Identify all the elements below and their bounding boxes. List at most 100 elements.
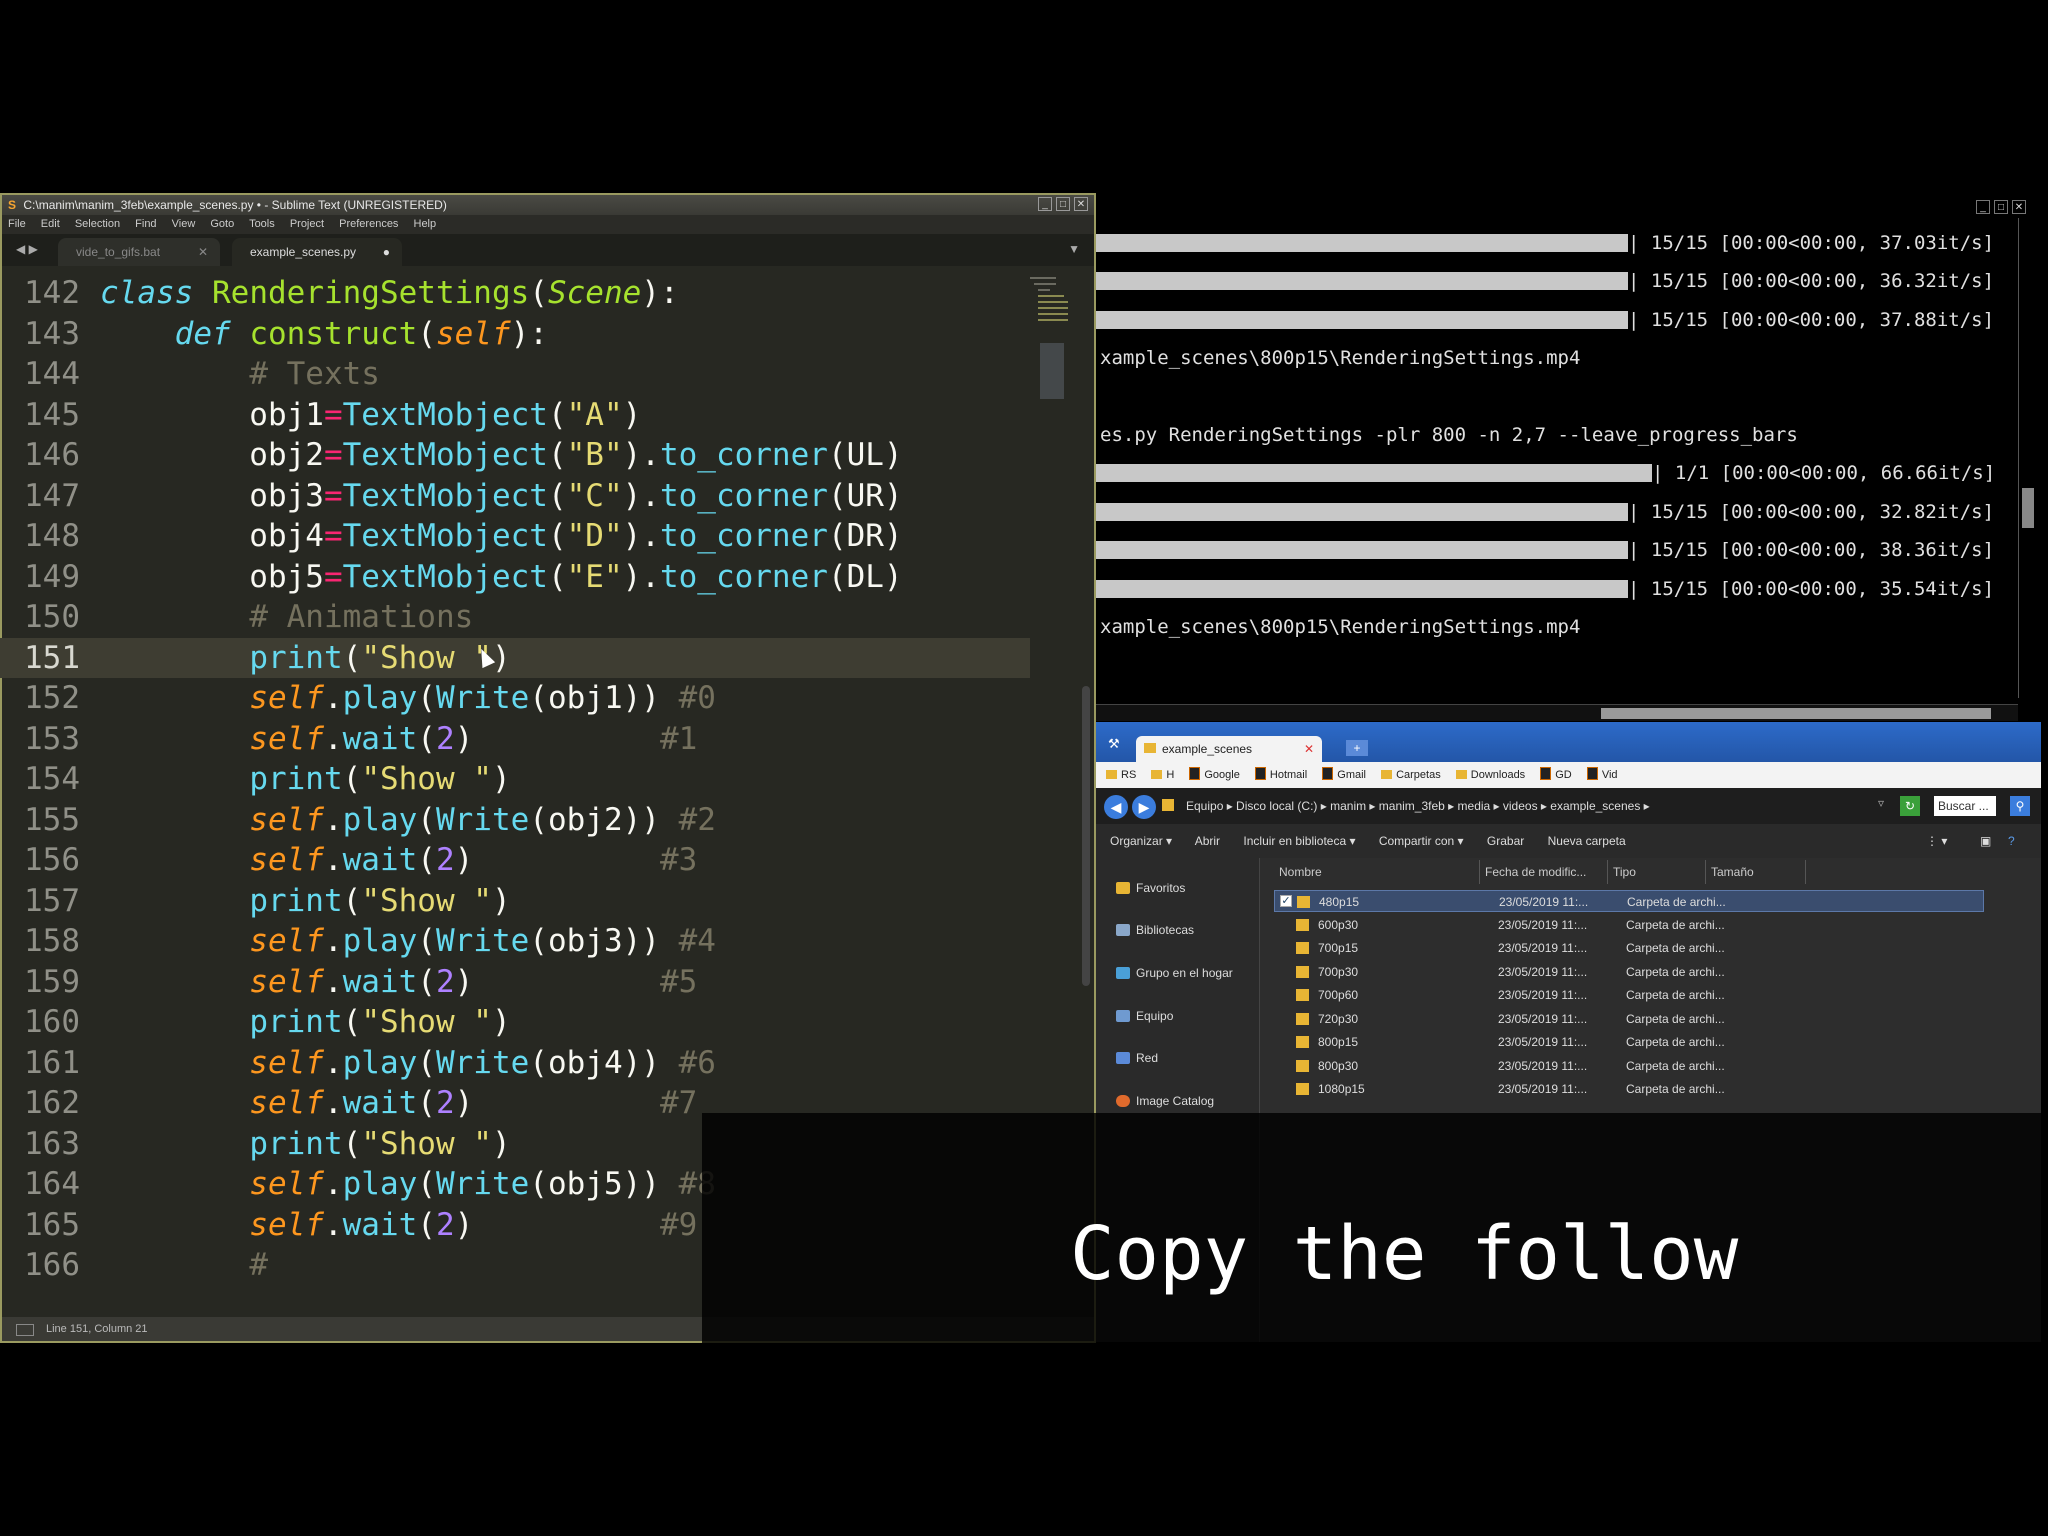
tab-close-icon[interactable]: ✕ <box>1304 736 1314 762</box>
bookmark-google[interactable]: Google <box>1189 767 1240 781</box>
share-button[interactable]: Compartir con ▾ <box>1379 834 1464 848</box>
file-row[interactable]: 720p30 23/05/2019 11:... Carpeta de archi.… <box>1274 1008 1984 1030</box>
code-line[interactable]: 142 class RenderingSettings(Scene): <box>0 273 1030 314</box>
file-row[interactable]: 700p15 23/05/2019 11:... Carpeta de archi.… <box>1274 937 1984 959</box>
menu-tools[interactable]: Tools <box>249 218 275 230</box>
bookmark-hotmail[interactable]: Hotmail <box>1254 767 1307 781</box>
bookmark-downloads[interactable]: Downloads <box>1455 769 1525 781</box>
view-options-icon[interactable]: ⋮ ▾ <box>1926 824 1947 858</box>
column-tipo[interactable]: Tipo <box>1608 860 1706 884</box>
tab-close-icon[interactable]: ✕ <box>198 238 208 266</box>
refresh-icon[interactable]: ↻ <box>1900 796 1920 816</box>
code-line[interactable]: 156 self.wait(2) #3 <box>0 840 1030 881</box>
code-line[interactable]: 157 print("Show ") <box>0 881 1030 922</box>
file-row[interactable]: 1080p15 23/05/2019 11:... Carpeta de archi… <box>1274 1078 1984 1100</box>
tab-example-scenes[interactable]: example_scenes.py ● <box>232 238 402 266</box>
code-line-current[interactable]: 151 print("Show ") <box>0 637 1030 678</box>
code-line[interactable]: 146 obj2=TextMobject("B").to_corner(UL) <box>0 435 1030 476</box>
new-folder-button[interactable]: Nueva carpeta <box>1548 834 1626 848</box>
tab-dropdown-icon[interactable]: ▼ <box>1068 242 1080 256</box>
menu-find[interactable]: Find <box>135 218 156 230</box>
search-icon[interactable]: ⚲ <box>2010 796 2030 816</box>
wrench-icon[interactable]: ⚒ <box>1108 736 1120 752</box>
column-fecha[interactable]: Fecha de modific... <box>1480 860 1608 884</box>
code-line[interactable]: 145 obj1=TextMobject("A") <box>0 395 1030 436</box>
code-line[interactable]: 153 self.wait(2) #1 <box>0 719 1030 760</box>
terminal-vertical-scrollbar[interactable] <box>2018 218 2036 698</box>
code-line[interactable]: 161 self.play(Write(obj4)) #6 <box>0 1043 1030 1084</box>
file-row[interactable]: 800p15 23/05/2019 11:... Carpeta de archi.… <box>1274 1031 1984 1053</box>
back-button[interactable]: ◀ <box>1104 795 1128 819</box>
scroll-thumb[interactable] <box>2022 488 2034 528</box>
history-dropdown-icon[interactable]: ▿ <box>1878 796 1884 810</box>
tab-nav-arrows-icon[interactable]: ◀ ▶ <box>16 242 38 256</box>
open-button[interactable]: Abrir <box>1195 834 1220 848</box>
terminal-horizontal-scrollbar[interactable] <box>1096 704 2018 721</box>
nav-red[interactable]: Red <box>1116 1048 1158 1068</box>
nav-favoritos[interactable]: Favoritos <box>1116 878 1185 898</box>
column-tamano[interactable]: Tamaño <box>1706 860 1806 884</box>
code-line[interactable]: 147 obj3=TextMobject("C").to_corner(UR) <box>0 476 1030 517</box>
file-row[interactable]: ✓ 480p15 23/05/2019 11:... Carpeta de archi… <box>1274 890 1984 912</box>
file-row[interactable]: 800p30 23/05/2019 11:... Carpeta de archi.… <box>1274 1055 1984 1077</box>
editor-scrollbar[interactable] <box>1082 686 1090 986</box>
code-line[interactable]: 150 # Animations <box>0 597 1030 638</box>
menu-selection[interactable]: Selection <box>75 218 120 230</box>
code-line[interactable]: 154 print("Show ") <box>0 759 1030 800</box>
code-line[interactable]: 159 self.wait(2) #5 <box>0 962 1030 1003</box>
menu-edit[interactable]: Edit <box>41 218 60 230</box>
bookmark-h[interactable]: H <box>1151 769 1174 781</box>
forward-button[interactable]: ▶ <box>1132 795 1156 819</box>
organize-button[interactable]: Organizar ▾ <box>1110 834 1172 848</box>
bookmark-gmail[interactable]: Gmail <box>1322 767 1366 781</box>
code-line[interactable]: 149 obj5=TextMobject("E").to_corner(DL) <box>0 557 1030 598</box>
close-icon[interactable]: ✕ <box>1074 197 1088 211</box>
tab-vide-to-gifs[interactable]: vide_to_gifs.bat ✕ <box>58 238 220 266</box>
checkbox-icon[interactable]: ✓ <box>1280 895 1292 907</box>
monitor-icon[interactable] <box>16 1324 34 1336</box>
code-line[interactable]: 160 print("Show ") <box>0 1002 1030 1043</box>
code-line[interactable]: 152 self.play(Write(obj1)) #0 <box>0 678 1030 719</box>
include-library-button[interactable]: Incluir en biblioteca ▾ <box>1243 834 1355 848</box>
menu-project[interactable]: Project <box>290 218 324 230</box>
menu-file[interactable]: File <box>8 218 26 230</box>
menu-goto[interactable]: Goto <box>210 218 234 230</box>
file-row[interactable]: 700p60 23/05/2019 11:... Carpeta de archi.… <box>1274 984 1984 1006</box>
close-icon[interactable]: ✕ <box>2012 200 2026 214</box>
menu-view[interactable]: View <box>172 218 196 230</box>
tab-example-scenes[interactable]: example_scenes ✕ <box>1136 736 1322 762</box>
nav-image-catalog[interactable]: Image Catalog <box>1116 1091 1214 1111</box>
code-line[interactable]: 155 self.play(Write(obj2)) #2 <box>0 800 1030 841</box>
breadcrumb[interactable]: Equipo ▸ Disco local (C:) ▸ manim ▸ mani… <box>1186 788 1650 824</box>
scroll-thumb[interactable] <box>1601 708 1991 719</box>
code-line[interactable]: 143 def construct(self): <box>0 314 1030 355</box>
file-row[interactable]: 600p30 23/05/2019 11:... Carpeta de archi.… <box>1274 914 1984 936</box>
nav-grupo-hogar[interactable]: Grupo en el hogar <box>1116 963 1233 983</box>
code-line[interactable]: 158 self.play(Write(obj3)) #4 <box>0 921 1030 962</box>
search-input[interactable]: Buscar ... <box>1934 796 1996 816</box>
progress-bar <box>1096 502 1628 521</box>
minimize-icon[interactable]: _ <box>1976 200 1990 214</box>
code-line[interactable]: 144 # Texts <box>0 354 1030 395</box>
menu-preferences[interactable]: Preferences <box>339 218 398 230</box>
nav-bibliotecas[interactable]: Bibliotecas <box>1116 920 1194 940</box>
bookmark-gd[interactable]: GD <box>1540 767 1572 781</box>
help-icon[interactable]: ? <box>2008 824 2015 858</box>
code-line[interactable]: 148 obj4=TextMobject("D").to_corner(DR) <box>0 516 1030 557</box>
bookmark-carpetas[interactable]: Carpetas <box>1381 769 1441 781</box>
new-tab-button[interactable]: + <box>1346 740 1368 756</box>
maximize-icon[interactable]: □ <box>1994 200 2008 214</box>
minimize-icon[interactable]: _ <box>1038 197 1052 211</box>
minimap[interactable] <box>1030 273 1082 513</box>
bookmark-page-icon <box>1189 767 1201 780</box>
preview-pane-icon[interactable]: ▣ <box>1980 824 1991 858</box>
menu-help[interactable]: Help <box>414 218 437 230</box>
bookmark-vid[interactable]: Vid <box>1586 767 1618 781</box>
column-nombre[interactable]: Nombre <box>1274 860 1480 884</box>
bookmark-rs[interactable]: RS <box>1106 769 1136 781</box>
nav-equipo[interactable]: Equipo <box>1116 1006 1173 1026</box>
file-row[interactable]: 700p30 23/05/2019 11:... Carpeta de archi.… <box>1274 961 1984 983</box>
maximize-icon[interactable]: □ <box>1056 197 1070 211</box>
burn-button[interactable]: Grabar <box>1487 834 1524 848</box>
unsaved-dot-icon[interactable]: ● <box>383 238 390 266</box>
